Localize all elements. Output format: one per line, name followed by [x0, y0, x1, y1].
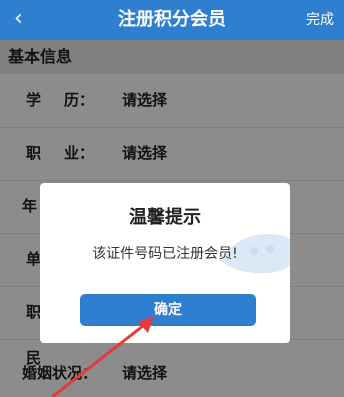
- dialog-title: 温馨提示: [129, 207, 201, 228]
- dialog-message: 该证件号码已注册会员!: [92, 246, 238, 262]
- page-title: 注册积分会员: [118, 9, 226, 30]
- confirm-button[interactable]: 确定: [80, 294, 256, 326]
- done-button[interactable]: 完成: [306, 0, 334, 40]
- nav-bar: ‹ 注册积分会员 完成: [0, 0, 344, 40]
- alert-dialog: 温馨提示 该证件号码已注册会员! 确定: [40, 183, 290, 343]
